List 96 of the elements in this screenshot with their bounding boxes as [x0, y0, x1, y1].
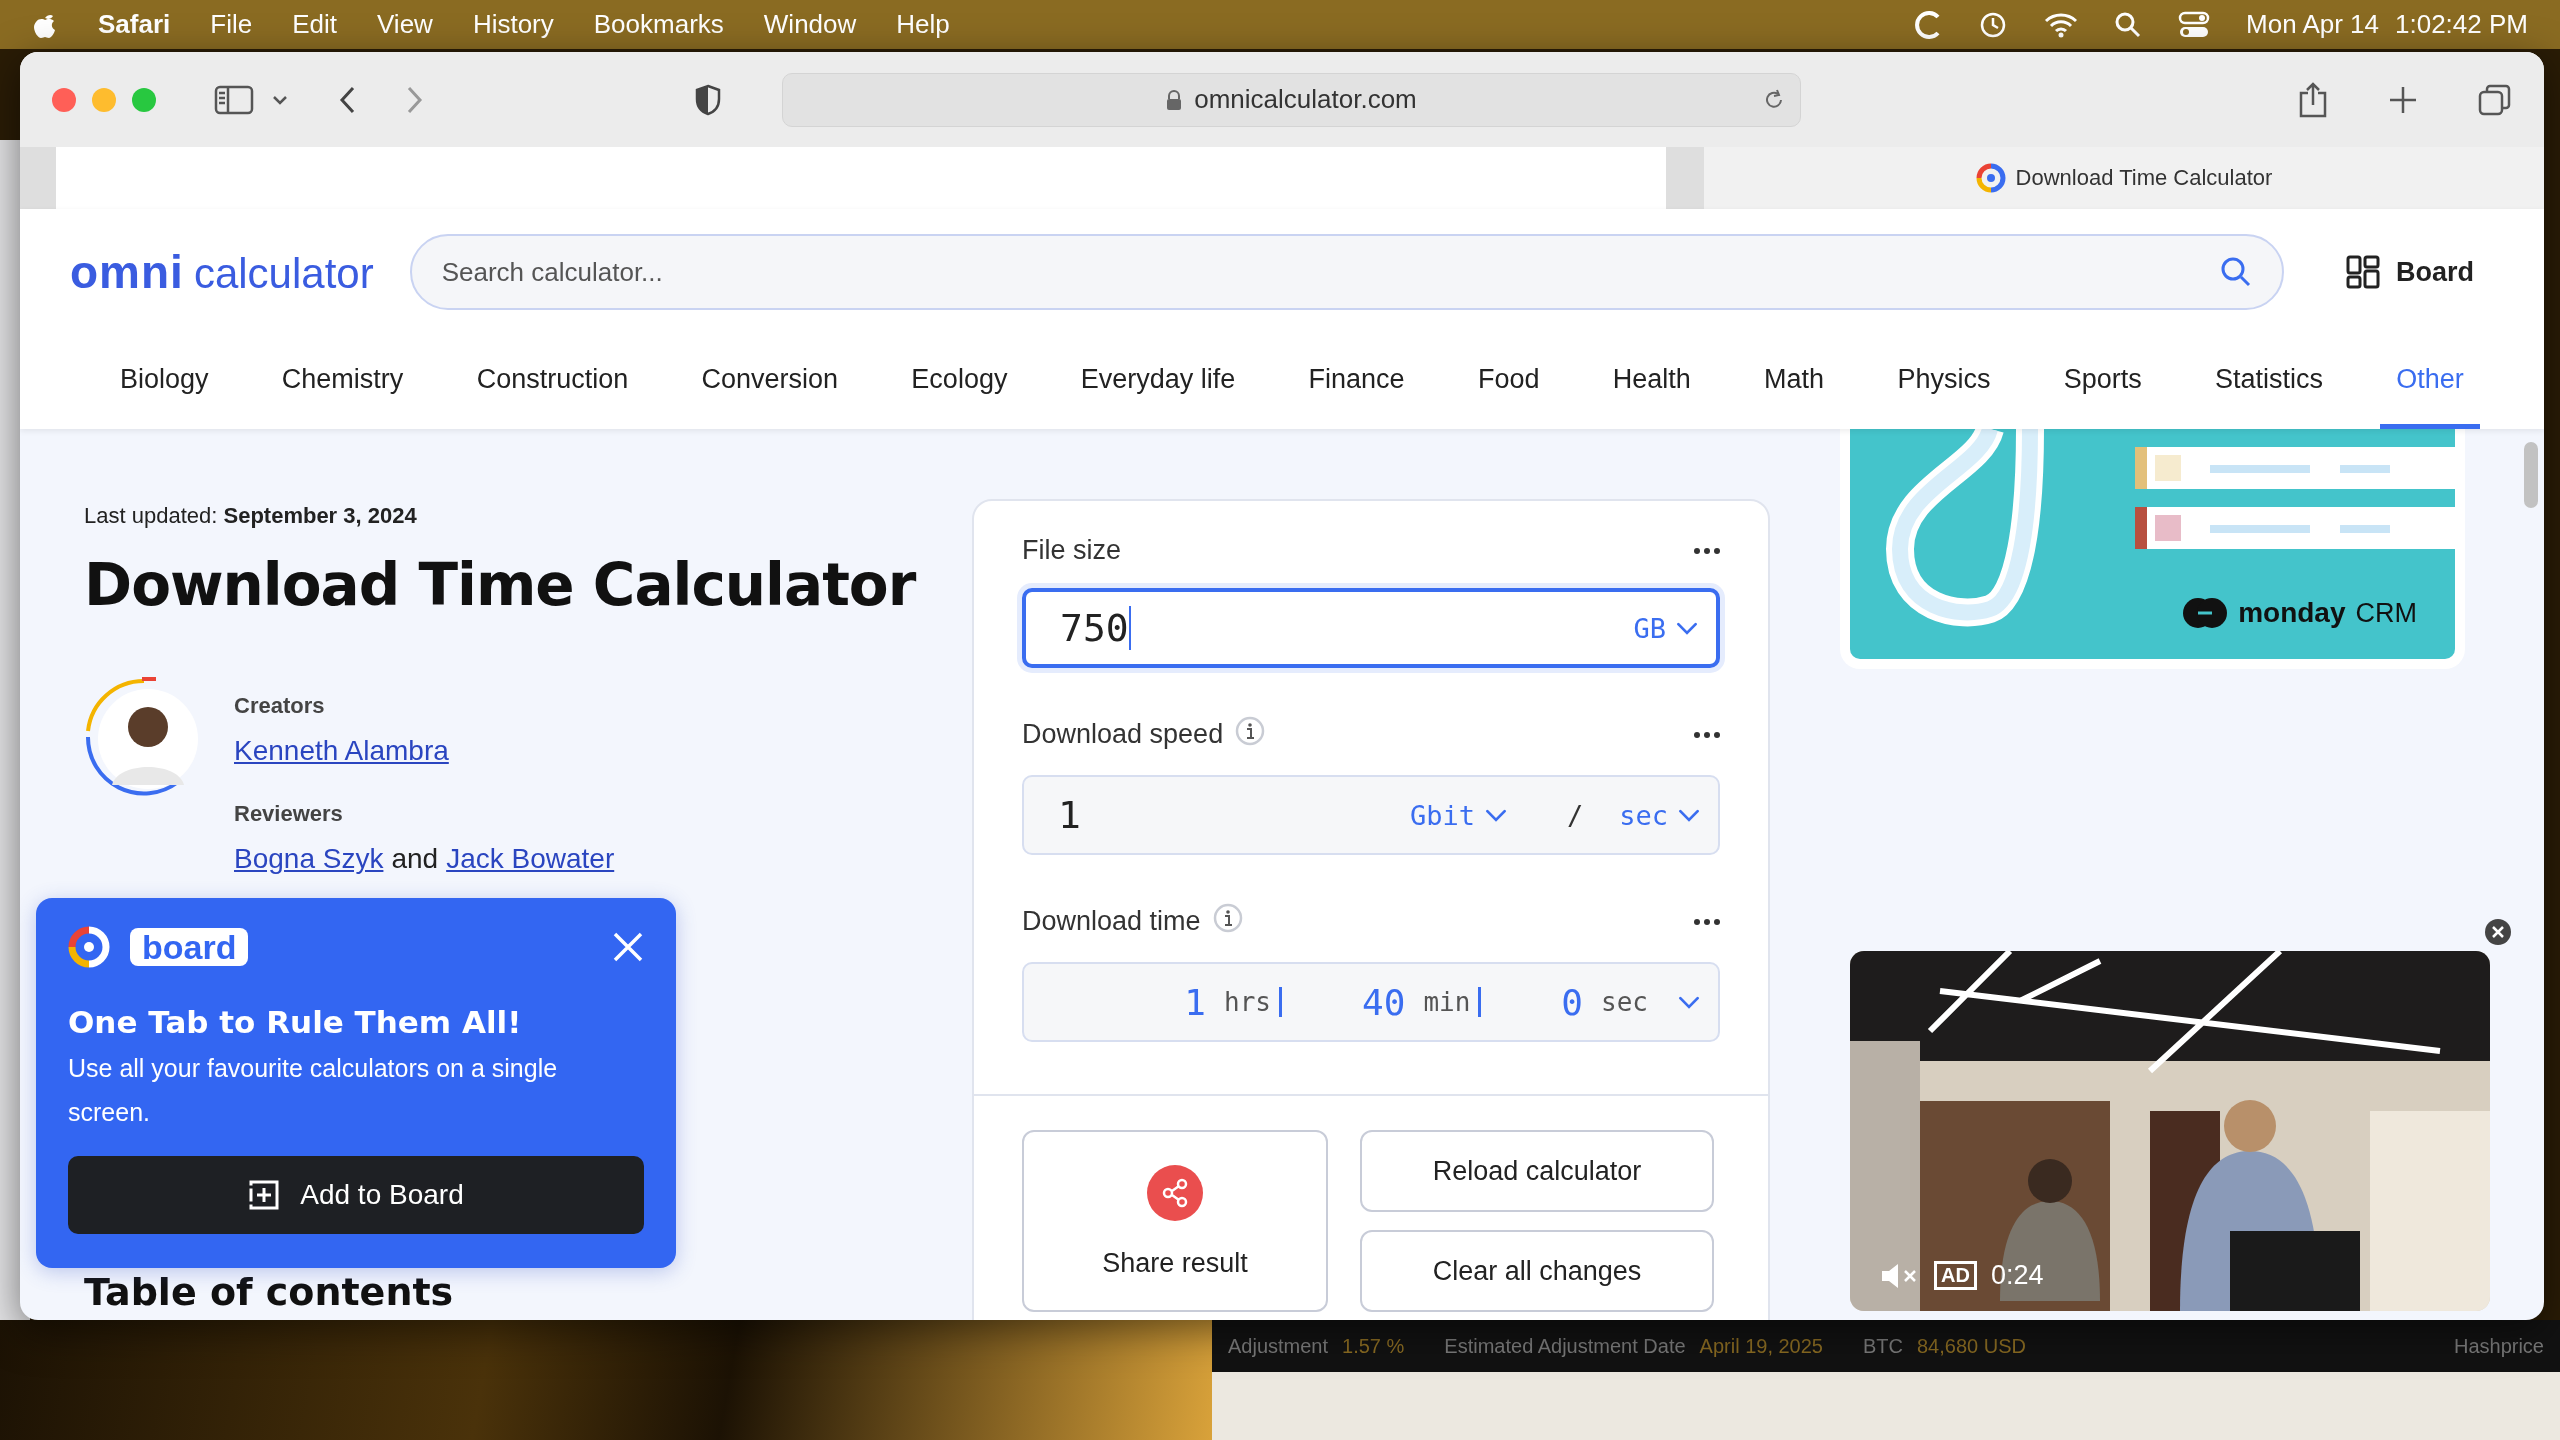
ticker-item: Hashprice: [2453, 1334, 2544, 1358]
tabs-icon[interactable]: [2478, 82, 2512, 117]
unit-select[interactable]: sec: [1619, 799, 1700, 831]
ad-banner[interactable]: monday CRM: [1850, 429, 2455, 659]
menu-item[interactable]: Bookmarks: [593, 9, 724, 40]
sidebar-icon[interactable]: [214, 84, 254, 115]
input-field[interactable]: 1 Gbit / sec: [1022, 775, 1720, 855]
brand-tag: board: [130, 928, 249, 966]
category-tab[interactable]: Health: [1596, 335, 1707, 429]
page-title: Download Time Calculator: [84, 551, 918, 619]
menu-item[interactable]: View: [377, 9, 433, 40]
share-icon: [1146, 1163, 1204, 1222]
browser-tab[interactable]: Download Time Calculator: [1704, 147, 2544, 209]
menu-item[interactable]: Edit: [292, 9, 337, 40]
chevron-down-icon[interactable]: [1484, 808, 1507, 822]
search-icon[interactable]: [2114, 10, 2143, 39]
action-button[interactable]: Reload calculator: [1360, 1130, 1714, 1212]
joiner-text: and: [391, 843, 439, 875]
scrollbar-thumb[interactable]: [2524, 442, 2538, 508]
brand-name: monday: [2238, 597, 2346, 629]
board-logo-icon: [68, 926, 110, 968]
grid-icon: [2346, 255, 2380, 289]
duration-unit: min: [1423, 987, 1482, 1017]
omni-favicon-icon: [1975, 163, 2006, 193]
duration-value[interactable]: 1: [1184, 981, 1207, 1023]
wifi-icon[interactable]: [2044, 11, 2079, 38]
category-tab[interactable]: Math: [1748, 335, 1841, 429]
more-icon[interactable]: [1694, 547, 1720, 554]
category-tab[interactable]: Food: [1461, 335, 1556, 429]
chevron-down-icon[interactable]: [1678, 808, 1700, 822]
plus-icon[interactable]: [2388, 84, 2418, 115]
field-label: File size: [1022, 535, 1122, 566]
author-link[interactable]: Kenneth Alambra: [234, 735, 449, 766]
category-tab[interactable]: Chemistry: [265, 335, 420, 429]
brand-suffix: CRM: [2355, 597, 2417, 629]
action-button[interactable]: Clear all changes: [1360, 1230, 1714, 1312]
input-field[interactable]: 1 hrs 40 min 0 sec: [1022, 962, 1720, 1042]
search-field[interactable]: Search calculator...: [409, 234, 2284, 310]
board-button[interactable]: Board: [2340, 254, 2480, 290]
reviewers-label: Reviewers: [234, 801, 344, 827]
plus-square-icon: [248, 1179, 281, 1211]
duration-value[interactable]: 0: [1561, 981, 1584, 1023]
more-icon[interactable]: [1694, 918, 1720, 925]
menu-item[interactable]: History: [472, 9, 554, 40]
close-icon[interactable]: [612, 931, 644, 963]
popup-text: Use all your favourite calculators on a single screen.: [68, 1053, 559, 1128]
reviewer-link[interactable]: Jack Bowater: [446, 843, 615, 875]
close-icon[interactable]: [2484, 918, 2512, 946]
menu-item[interactable]: Window: [763, 9, 857, 40]
last-updated-text: Last updated: September 3, 2024: [84, 503, 418, 529]
menu-item[interactable]: File: [210, 9, 253, 40]
add-to-board-button[interactable]: Add to Board: [68, 1156, 644, 1234]
field-label: Download speed: [1022, 719, 1224, 750]
more-icon[interactable]: [1694, 731, 1720, 738]
lock-icon: [1166, 88, 1183, 111]
unit-separator: /: [1566, 799, 1584, 831]
site-logo[interactable]: omni calculator: [70, 245, 374, 299]
unit-select[interactable]: GB: [1633, 612, 1698, 644]
category-tab[interactable]: Ecology: [895, 335, 1024, 429]
creators-label: Creators: [234, 693, 326, 719]
share-icon[interactable]: [2298, 80, 2328, 119]
chevron-down-icon[interactable]: [1676, 621, 1698, 635]
search-icon[interactable]: [2220, 256, 2252, 288]
section-heading: Table of contents: [84, 1273, 455, 1311]
category-tab[interactable]: Sports: [2047, 335, 2158, 429]
ticker-item: Adjustment 1.57 %: [1228, 1334, 1405, 1358]
reviewer-link[interactable]: Bogna Szyk: [234, 843, 384, 875]
chevron-down-icon[interactable]: [1678, 995, 1700, 1009]
field-label: Download time: [1022, 906, 1201, 937]
video-time: 0:24: [1990, 1260, 2044, 1291]
popup-title: One Tab to Rule Them All!: [68, 1004, 523, 1040]
toggles-icon[interactable]: [2178, 10, 2211, 39]
menu-clock[interactable]: 1:02:42 PM: [2395, 9, 2528, 40]
menu-date[interactable]: Mon Apr 14: [2246, 9, 2379, 40]
category-tab[interactable]: Everyday life: [1064, 335, 1252, 429]
category-tab[interactable]: Physics: [1881, 335, 2007, 429]
category-tab[interactable]: Finance: [1292, 335, 1421, 429]
address-bar[interactable]: omnicalculator.com: [782, 72, 1801, 127]
category-tab[interactable]: Conversion: [685, 335, 855, 429]
duration-unit: hrs: [1224, 987, 1282, 1017]
chevron-down-icon[interactable]: [272, 94, 288, 105]
back-icon[interactable]: [338, 84, 356, 115]
share-result-button[interactable]: Share result: [1022, 1130, 1328, 1312]
shield-icon[interactable]: [694, 83, 722, 116]
brand-logo-icon: [2182, 597, 2229, 629]
duration-value[interactable]: 40: [1362, 981, 1406, 1023]
unit-select[interactable]: Gbit: [1409, 799, 1507, 831]
category-tab[interactable]: Biology: [104, 335, 225, 429]
duration-unit: sec: [1601, 987, 1649, 1017]
ad-badge: AD: [1934, 1261, 1977, 1290]
ticker-item: BTC 84,680 USD: [1863, 1334, 2026, 1358]
category-tab[interactable]: Statistics: [2199, 335, 2340, 429]
ticker-item: Estimated Adjustment Date April 19, 2025: [1444, 1334, 1823, 1358]
menu-item[interactable]: Safari: [98, 9, 171, 40]
category-tab[interactable]: Construction: [460, 335, 645, 429]
menu-item[interactable]: Help: [896, 9, 950, 40]
